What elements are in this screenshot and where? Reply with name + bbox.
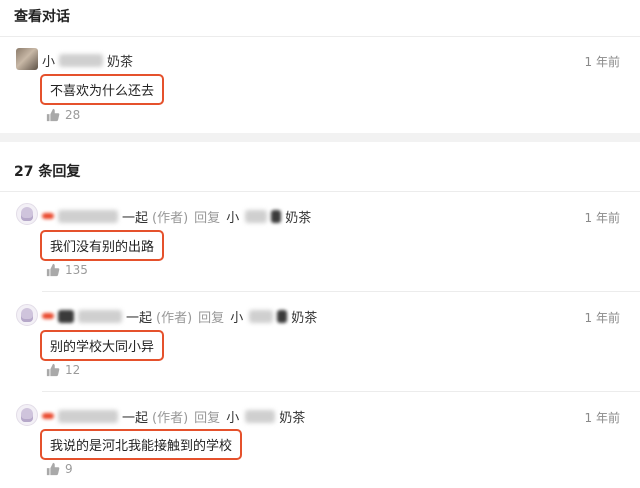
reply-comment-text: 我们没有别的出路: [40, 230, 165, 261]
redacted-name: [58, 209, 118, 223]
author-tag: (作者): [156, 310, 193, 326]
like-count: 135: [65, 263, 88, 277]
redacted-name: [78, 309, 122, 323]
replies-count-title: 27 条回复: [14, 164, 81, 180]
page-title: 查看对话: [14, 9, 70, 25]
avatar[interactable]: [16, 48, 38, 70]
like-button[interactable]: 12: [46, 363, 80, 377]
like-count: 28: [65, 108, 81, 122]
redacted-name: [42, 413, 54, 419]
like-count: 12: [65, 363, 81, 377]
divider: [42, 291, 640, 292]
redacted-name: [42, 213, 54, 219]
reply-time: 1 年前: [584, 311, 620, 325]
original-time: 1 年前: [584, 55, 620, 69]
redacted-name: [277, 309, 288, 323]
thumbs-up-icon: [46, 108, 60, 122]
redacted-name: [42, 313, 54, 319]
original-username[interactable]: 小 奶茶: [42, 51, 133, 70]
reply-username-row: 一起 (作者) 回复 小 奶茶: [42, 307, 317, 326]
divider: [0, 191, 640, 192]
reply-label: 回复: [194, 210, 221, 226]
redacted-name: [59, 53, 104, 67]
redacted-name: [58, 409, 118, 423]
author-tag: (作者): [152, 210, 189, 226]
thumbs-up-icon: [46, 363, 60, 377]
redacted-name: [245, 209, 268, 223]
section-gap: [0, 133, 640, 142]
redacted-name: [271, 209, 282, 223]
reply-comment-text: 别的学校大同小异: [40, 330, 165, 361]
reply-label: 回复: [198, 310, 225, 326]
redacted-name: [249, 309, 274, 323]
like-button[interactable]: 135: [46, 263, 88, 277]
avatar[interactable]: [16, 203, 38, 225]
reply-comment-text: 我说的是河北我能接触到的学校: [40, 429, 243, 460]
like-count: 9: [65, 462, 73, 476]
reply-time: 1 年前: [584, 411, 620, 425]
author-tag: (作者): [152, 410, 189, 426]
like-button[interactable]: 28: [46, 108, 80, 122]
divider: [0, 36, 640, 37]
divider: [42, 391, 640, 392]
like-button[interactable]: 9: [46, 462, 73, 476]
reply-username-row: 一起 (作者) 回复 小 奶茶: [42, 407, 305, 426]
avatar[interactable]: [16, 404, 38, 426]
redacted-name: [58, 309, 74, 323]
thumbs-up-icon: [46, 263, 60, 277]
reply-time: 1 年前: [584, 211, 620, 225]
original-comment-text: 不喜欢为什么还去: [40, 74, 165, 105]
thumbs-up-icon: [46, 462, 60, 476]
redacted-name: [245, 409, 276, 423]
avatar[interactable]: [16, 304, 38, 326]
reply-label: 回复: [194, 410, 221, 426]
reply-username-row: 一起 (作者) 回复 小 奶茶: [42, 207, 311, 226]
